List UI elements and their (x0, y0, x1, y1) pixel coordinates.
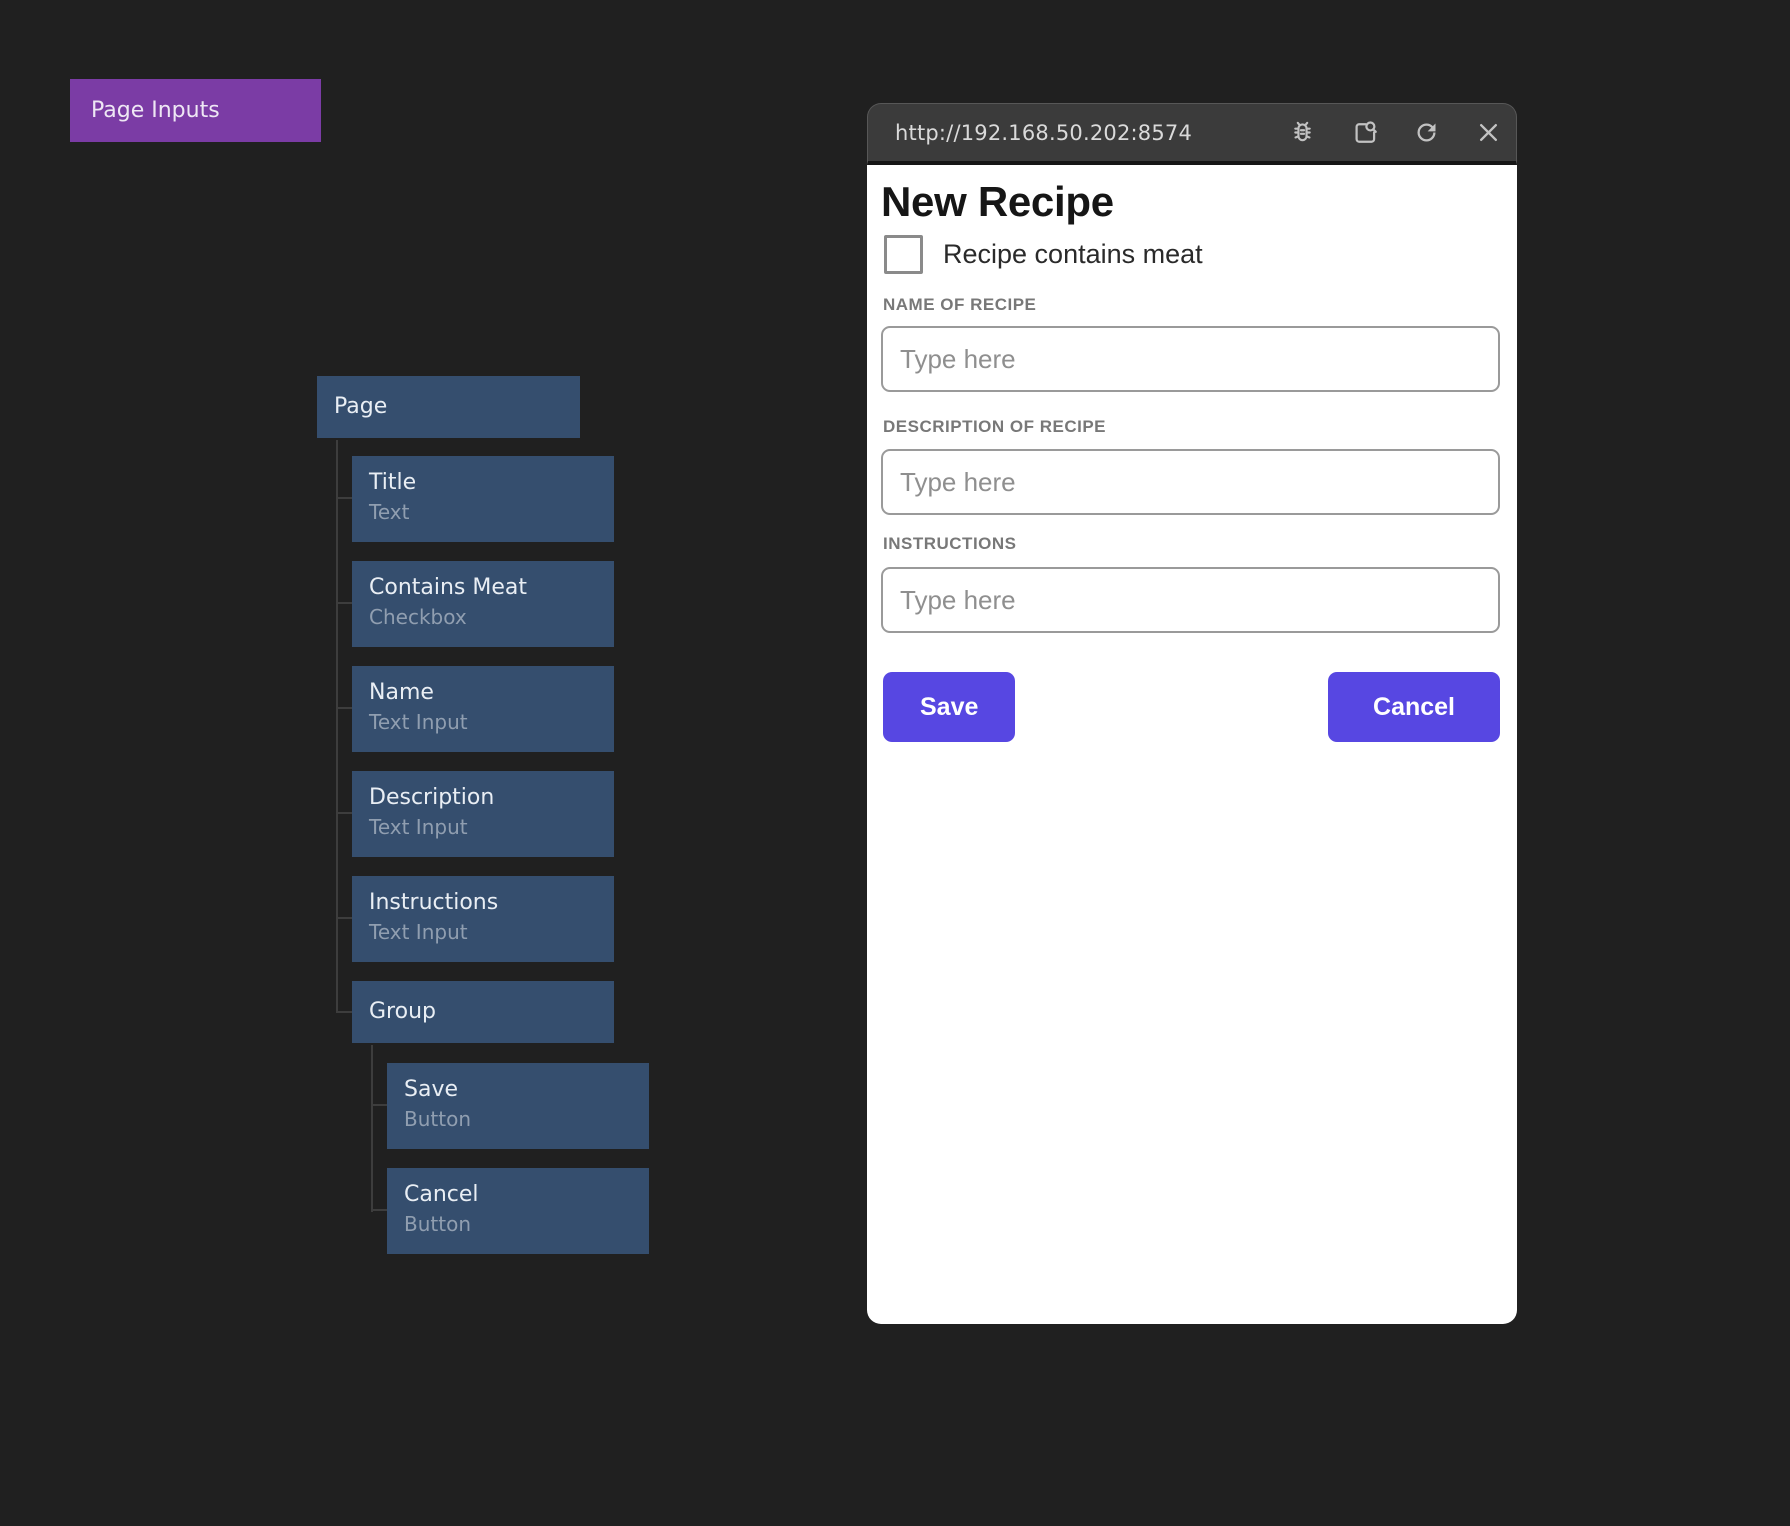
tree-node-contains-meat[interactable]: Contains Meat Checkbox (352, 561, 614, 647)
tree-node-group[interactable]: Group (352, 981, 614, 1043)
tree-node-label: Description (369, 785, 597, 811)
tree-connector-tick (371, 1104, 388, 1106)
url-text: http://192.168.50.202:8574 (895, 121, 1192, 145)
tree-node-type: Text (369, 500, 597, 524)
tree-connector-line (336, 440, 338, 1013)
tree-connector-tick (371, 1209, 388, 1211)
tree-connector-tick (336, 602, 353, 604)
tree-node-label: Instructions (369, 890, 597, 916)
tree-connector-tick (336, 707, 353, 709)
preview-titlebar: http://192.168.50.202:8574 (867, 103, 1517, 165)
tree-node-title[interactable]: Title Text (352, 456, 614, 542)
tree-node-type: Text Input (369, 920, 597, 944)
tree-node-type: Button (404, 1107, 632, 1131)
checkbox-label: Recipe contains meat (943, 239, 1203, 270)
close-icon[interactable] (1474, 118, 1503, 147)
save-button[interactable]: Save (883, 672, 1015, 742)
inspect-preview-icon[interactable] (1350, 118, 1379, 147)
tree-node-label: Group (369, 999, 436, 1025)
tree-connector-tick (336, 917, 353, 919)
tree-node-instructions[interactable]: Instructions Text Input (352, 876, 614, 962)
contains-meat-checkbox[interactable] (884, 235, 923, 274)
page-title: New Recipe (881, 178, 1114, 226)
page-inputs-label: Page Inputs (91, 98, 220, 123)
description-field-label: DESCRIPTION OF RECIPE (883, 417, 1106, 437)
tree-node-label: Title (369, 470, 597, 496)
tree-node-label: Page (334, 394, 387, 420)
tree-node-type: Checkbox (369, 605, 597, 629)
page-inputs-badge[interactable]: Page Inputs (70, 79, 321, 142)
preview-window: http://192.168.50.202:8574 (867, 103, 1517, 1328)
tree-node-label: Cancel (404, 1182, 632, 1208)
tree-node-description[interactable]: Description Text Input (352, 771, 614, 857)
tree-connector-tick (336, 1011, 353, 1013)
tree-node-type: Text Input (369, 710, 597, 734)
tree-node-type: Text Input (369, 815, 597, 839)
cancel-button[interactable]: Cancel (1328, 672, 1500, 742)
tree-node-page[interactable]: Page (317, 376, 580, 438)
tree-node-label: Name (369, 680, 597, 706)
preview-content: New Recipe Recipe contains meat NAME OF … (867, 165, 1517, 1324)
tree-node-label: Contains Meat (369, 575, 597, 601)
bug-icon[interactable] (1288, 118, 1317, 147)
name-field-label: NAME OF RECIPE (883, 295, 1036, 315)
tree-node-type: Button (404, 1212, 632, 1236)
instructions-field-label: INSTRUCTIONS (883, 534, 1017, 554)
refresh-icon[interactable] (1412, 118, 1441, 147)
tree-node-name[interactable]: Name Text Input (352, 666, 614, 752)
tree-node-cancel[interactable]: Cancel Button (387, 1168, 649, 1254)
description-input[interactable] (881, 449, 1500, 515)
tree-connector-tick (336, 497, 353, 499)
tree-connector-line (371, 1045, 373, 1212)
tree-connector-tick (336, 812, 353, 814)
instructions-input[interactable] (881, 567, 1500, 633)
name-input[interactable] (881, 326, 1500, 392)
titlebar-icons (1288, 118, 1503, 147)
tree-node-label: Save (404, 1077, 632, 1103)
tree-node-save[interactable]: Save Button (387, 1063, 649, 1149)
checkbox-row: Recipe contains meat (884, 235, 1203, 274)
